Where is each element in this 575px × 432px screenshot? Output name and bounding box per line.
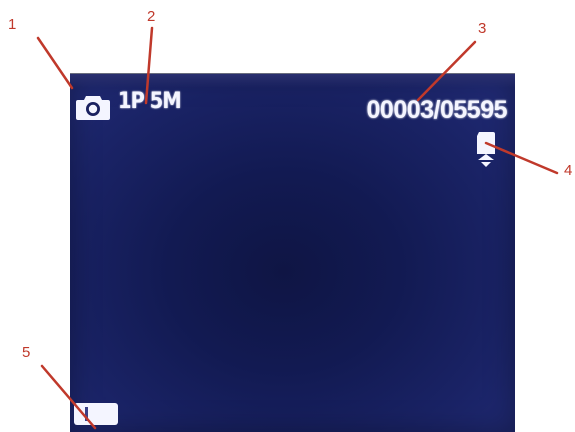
resolution-label: 1P 5M — [118, 89, 182, 114]
callout-number-2: 2 — [147, 8, 156, 25]
callout-line-1 — [36, 36, 74, 90]
camera-lcd-screen: 1P 5M 00003/05595 — [70, 73, 515, 432]
annotated-camera-screen: 1P 5M 00003/05595 1 2 3 4 5 — [0, 0, 575, 432]
callout-number-5: 5 — [22, 344, 31, 361]
memory-card-icon — [477, 132, 495, 167]
battery-icon — [74, 403, 118, 425]
callout-number-1: 1 — [8, 16, 17, 33]
shot-counter: 00003/05595 — [366, 96, 508, 124]
callout-number-3: 3 — [478, 20, 487, 37]
camera-icon — [76, 96, 110, 120]
callout-number-4: 4 — [564, 162, 573, 179]
